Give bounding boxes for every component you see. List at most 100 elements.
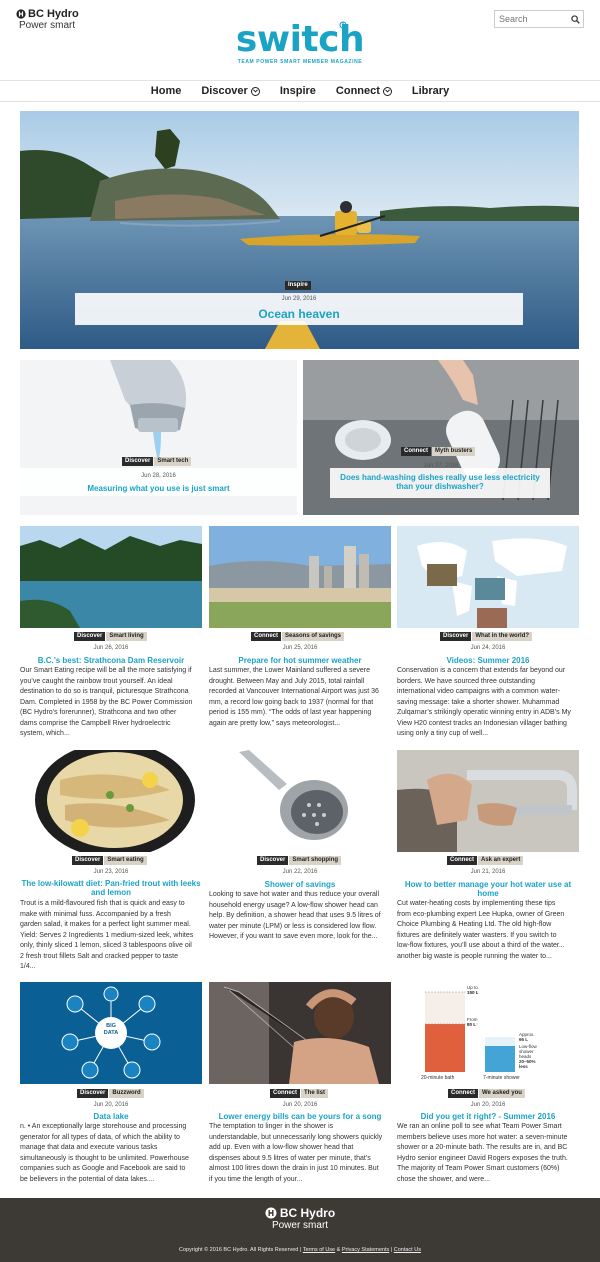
tag-inspire[interactable]: Inspire <box>285 281 311 290</box>
card8-title[interactable]: Lower energy bills can be yours for a so… <box>200 1112 400 1121</box>
infographic-bath-label: 20-minute bath <box>421 1075 455 1081</box>
tag-discover[interactable]: Discover <box>74 632 106 641</box>
card6-date: Jun 21, 2016 <box>470 869 506 875</box>
excerpt-line: destination to do so is tranquil, pictur… <box>20 688 189 695</box>
excerpt-line: (BC Hydro’s forerunner), Strathcona and … <box>20 709 177 716</box>
tag-ask-an-expert[interactable]: Ask an expert <box>478 856 524 865</box>
infographic-from-value: 80 L <box>467 1022 477 1027</box>
card-image-showerhead[interactable] <box>209 750 391 852</box>
excerpt-line: Conservation is a concern that extends f… <box>397 667 566 674</box>
nav-home[interactable]: Home <box>151 85 182 97</box>
card6-title[interactable]: How to better manage your hot water use … <box>397 880 579 898</box>
tag-we-asked-you[interactable]: We asked you <box>479 1089 525 1098</box>
nav-inspire[interactable]: Inspire <box>280 85 316 97</box>
tag-smart-eating[interactable]: Smart eating <box>104 856 147 865</box>
card3-tags: Discover What in the world? <box>440 632 533 641</box>
excerpt-line: recorded at Vancouver International Airp… <box>209 688 379 695</box>
hero-title[interactable]: Ocean heaven <box>75 307 523 322</box>
tag-discover[interactable]: Discover <box>72 856 104 865</box>
magazine-title: switch <box>235 19 365 60</box>
card7-title[interactable]: Data lake <box>20 1112 202 1121</box>
tag-connect[interactable]: Connect <box>448 1089 478 1098</box>
card1-tags: Discover Smart living <box>74 632 147 641</box>
card9-title[interactable]: Did you get it right? - Summer 2016 <box>397 1112 579 1121</box>
card-image-shower-man[interactable] <box>209 982 391 1084</box>
card4-date: Jun 23, 2016 <box>93 869 129 875</box>
tag-connect[interactable]: Connect <box>447 856 477 865</box>
excerpt-line: system, which... <box>20 730 70 737</box>
tag-smart-tech[interactable]: Smart tech <box>154 457 192 466</box>
nav-connect-label: Connect <box>335 85 380 97</box>
tag-what-in-the-world[interactable]: What in the world? <box>472 632 533 641</box>
search-icon[interactable] <box>567 11 583 27</box>
excerpt-line: shower or a 20-minute bath. The results … <box>397 1144 568 1151</box>
nav-connect[interactable]: Connect <box>336 85 392 97</box>
footer-logo[interactable]: BC Hydro Power smart <box>254 1206 346 1238</box>
nav-discover[interactable]: Discover <box>201 85 260 97</box>
tag-seasons-of-savings[interactable]: Seasons of savings <box>282 632 345 641</box>
terms-link[interactable]: Terms of Use <box>303 1247 335 1253</box>
chevron-down-icon[interactable] <box>382 86 392 96</box>
card2-title[interactable]: Prepare for hot summer weather <box>209 656 391 665</box>
tag-smart-shopping[interactable]: Smart shopping <box>289 856 342 865</box>
excerpt-line: 1/4... <box>20 963 36 970</box>
excerpt-line: you’ve caught the rainbow trout yourself… <box>20 677 173 685</box>
card5-title[interactable]: Shower of savings <box>209 880 391 889</box>
card-image-bath-vs-shower[interactable]: Up to 150 L From 80 L Approx. 66 L Low-flow… <box>397 982 579 1084</box>
card5-tags: Discover Smart shopping <box>257 856 342 865</box>
featured-title-2-line1: Does hand-washing dishes really use less… <box>340 473 540 482</box>
magazine-masthead[interactable]: switch TEAM POWER SMART MEMBER MAGAZINE <box>200 20 400 70</box>
card-image-vancouver[interactable] <box>209 526 391 628</box>
tag-discover[interactable]: Discover <box>257 856 289 865</box>
tag-discover[interactable]: Discover <box>77 1089 109 1098</box>
excerpt-line: from eco-plumbing expert Lee Hupka, owne… <box>397 910 565 918</box>
logo-brand: BC Hydro <box>28 8 79 20</box>
card4-title-line2: and lemon <box>90 888 131 897</box>
excerpt-line: almost 100 litres down the drain in just… <box>209 1165 379 1172</box>
card1-title[interactable]: B.C.’s best: Strathcona Dam Reservoir <box>20 656 202 665</box>
excerpt-line: Choice Plumbing & Heating Ltd. The old h… <box>397 921 552 928</box>
data-lake-word-data: DATA <box>103 1030 119 1036</box>
hero-caption[interactable]: Jun 29, 2016 Ocean heaven <box>75 293 523 325</box>
tag-connect[interactable]: Connect <box>270 1089 300 1098</box>
card2-date: Jun 25, 2016 <box>282 645 318 651</box>
card-image-strathcona[interactable] <box>20 526 202 628</box>
nav-divider <box>0 101 600 102</box>
data-lake-word-big: BIG <box>106 1023 116 1029</box>
featured-title-1[interactable]: Measuring what you use is just smart <box>20 484 297 493</box>
card-image-world-map[interactable] <box>397 526 579 628</box>
excerpt-line: make with minimal fuss. Accompanied by a… <box>20 910 171 918</box>
tag-connect[interactable]: Connect <box>401 447 431 456</box>
copyright-text: Copyright © 2016 BC Hydro. All Rights Re… <box>179 1247 299 1253</box>
nav-library[interactable]: Library <box>412 85 449 97</box>
excerpt-line: Trout is a mild-flavoured fish that is q… <box>20 900 185 907</box>
card4-title[interactable]: The low-kilowatt diet: Pan-fried trout w… <box>14 879 208 897</box>
card8-excerpt: The temptation to linger in the shower i… <box>209 1122 391 1185</box>
excerpt-line: garden salad, it makes for a perfect lig… <box>20 921 191 928</box>
tag-smart-living[interactable]: Smart living <box>106 632 147 641</box>
featured-title-2[interactable]: Does hand-washing dishes really use less… <box>330 473 550 491</box>
bc-hydro-logo[interactable]: BC Hydro Power smart <box>16 8 96 32</box>
card-image-trout[interactable] <box>20 750 202 852</box>
excerpt-line: However, if you want to save even more, … <box>209 933 378 940</box>
card-image-data-lake[interactable]: BIG DATA <box>20 982 202 1084</box>
privacy-link[interactable]: Privacy Statements <box>342 1247 389 1253</box>
excerpt-line: The temptation to linger in the shower i… <box>209 1123 334 1130</box>
logo-tagline: Power smart <box>19 20 76 31</box>
search-input[interactable] <box>495 14 567 24</box>
card2-excerpt: Last summer, the Lower Mainland suffered… <box>209 666 391 729</box>
excerpt-line: only, thinly sliced 1 lemon, sliced 3 ta… <box>20 942 192 949</box>
excerpt-line: The majority of Team Power Smart custome… <box>397 1165 560 1172</box>
card3-title[interactable]: Videos: Summer 2016 <box>397 656 579 665</box>
excerpt-line: companies such as Google and Facebook ar… <box>20 1165 186 1172</box>
tag-discover[interactable]: Discover <box>440 632 472 641</box>
tag-connect[interactable]: Connect <box>251 632 281 641</box>
tag-buzzword[interactable]: Buzzword <box>109 1089 144 1098</box>
featured-date-2: Jun 27, 2016 <box>423 463 459 469</box>
card-image-plumber[interactable] <box>397 750 579 852</box>
tag-myth-busters[interactable]: Myth busters <box>432 447 476 456</box>
contact-link[interactable]: Contact Us <box>394 1247 421 1253</box>
tag-the-list[interactable]: The list <box>301 1089 329 1098</box>
tag-discover[interactable]: Discover <box>122 457 154 466</box>
chevron-down-icon[interactable] <box>250 86 260 96</box>
